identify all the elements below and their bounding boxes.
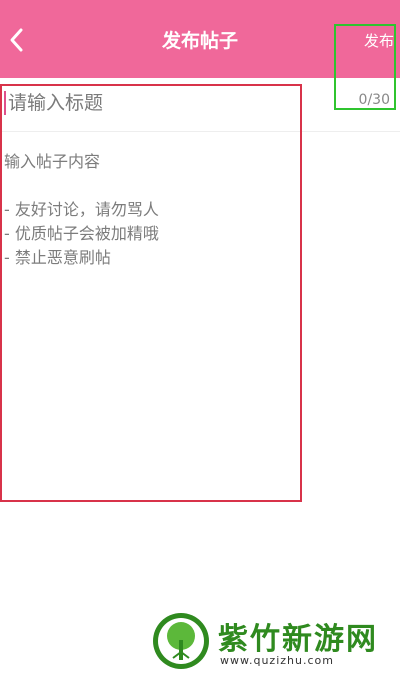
text-cursor <box>4 91 6 115</box>
watermark: 紫竹新游网 www.quzizhu.com <box>152 610 392 670</box>
content-input[interactable] <box>4 150 294 450</box>
app-header: 发布帖子 发布 <box>0 0 400 78</box>
title-field-row: 0/30 <box>0 78 400 132</box>
page-title: 发布帖子 <box>161 30 238 52</box>
bamboo-tree-logo-icon <box>153 613 209 669</box>
title-input[interactable] <box>8 86 308 120</box>
watermark-url: www.quzizhu.com <box>220 654 334 667</box>
publish-button[interactable]: 发布 <box>364 30 394 51</box>
watermark-name: 紫竹新游网 <box>218 622 378 657</box>
title-char-counter: 0/30 <box>358 92 390 108</box>
